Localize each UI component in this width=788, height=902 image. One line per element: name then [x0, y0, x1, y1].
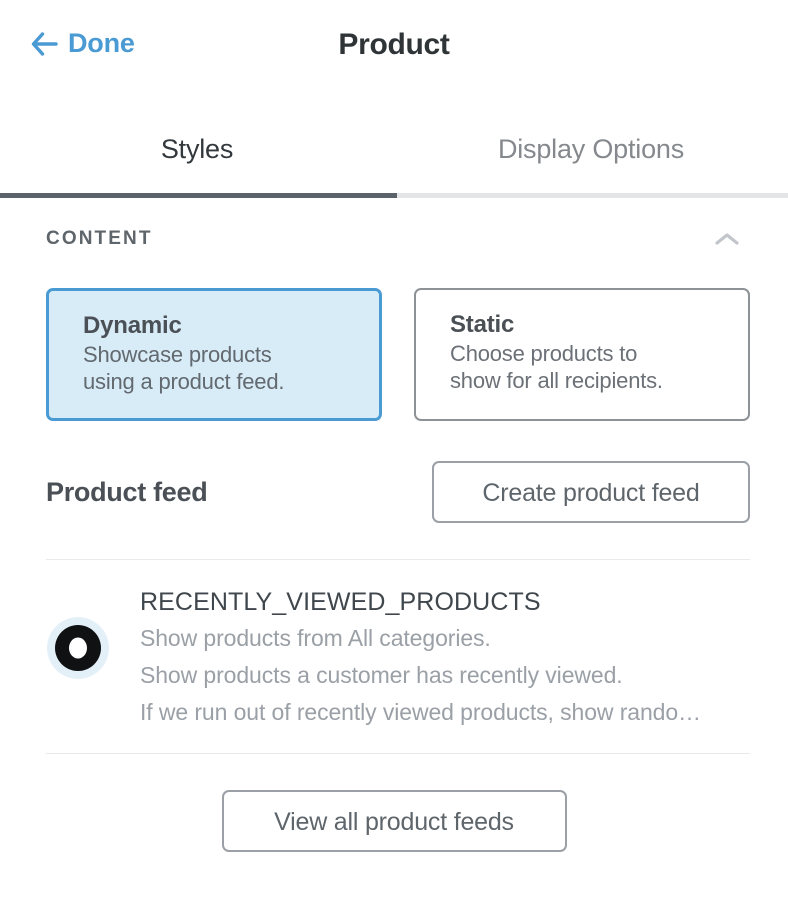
- tab-bar: Styles Display Options: [0, 105, 788, 198]
- option-card-dynamic-description-line2: using a product feed.: [83, 368, 285, 394]
- product-feed-item-line2: Show products a customer has recently vi…: [140, 662, 623, 689]
- panel-body: CONTENT Dynamic Showcase products using …: [0, 198, 788, 852]
- panel-header: Done Product: [0, 0, 788, 105]
- content-section-header[interactable]: CONTENT: [0, 198, 788, 250]
- option-card-static-description-line1: Choose products to: [450, 340, 638, 366]
- product-feed-list-item[interactable]: RECENTLY_VIEWED_PRODUCTS Show products f…: [0, 560, 788, 753]
- view-all-product-feeds-button[interactable]: View all product feeds: [221, 789, 567, 852]
- option-card-static-title: Static: [450, 311, 515, 338]
- product-feed-footer: View all product feeds: [0, 754, 788, 852]
- option-card-dynamic-description-line1: Showcase products: [83, 341, 272, 367]
- product-feed-row: Product feed Create product feed: [0, 421, 788, 523]
- option-card-static[interactable]: Static Choose products to show for all r…: [414, 288, 750, 421]
- create-product-feed-button[interactable]: Create product feed: [432, 461, 750, 523]
- product-settings-panel: Done Product Styles Display Options CONT…: [0, 0, 788, 902]
- page-title: Product: [338, 28, 450, 61]
- option-card-dynamic-description: Showcase products using a product feed.: [83, 342, 379, 396]
- option-card-dynamic-title: Dynamic: [83, 312, 182, 339]
- product-feed-heading: Product feed: [46, 476, 208, 507]
- option-card-static-description-line2: show for all recipients.: [450, 367, 663, 393]
- product-feed-item-body: RECENTLY_VIEWED_PRODUCTS Show products f…: [140, 578, 750, 731]
- content-section-title: CONTENT: [46, 228, 153, 249]
- product-feed-ring-icon: [46, 616, 110, 680]
- tab-display-options[interactable]: Display Options: [394, 105, 788, 193]
- tab-styles-label: Styles: [160, 133, 234, 164]
- chevron-up-icon[interactable]: [712, 230, 742, 248]
- option-card-static-description: Choose products to show for all recipien…: [450, 341, 748, 395]
- product-feed-item-name: RECENTLY_VIEWED_PRODUCTS: [140, 588, 541, 616]
- tab-styles[interactable]: Styles: [0, 105, 394, 193]
- content-type-options: Dynamic Showcase products using a produc…: [0, 250, 788, 421]
- option-card-dynamic[interactable]: Dynamic Showcase products using a produc…: [46, 288, 382, 421]
- product-feed-item-line1: Show products from All categories.: [140, 625, 491, 652]
- product-feed-item-line3: If we run out of recently viewed product…: [140, 698, 701, 725]
- tab-display-options-label: Display Options: [497, 133, 685, 164]
